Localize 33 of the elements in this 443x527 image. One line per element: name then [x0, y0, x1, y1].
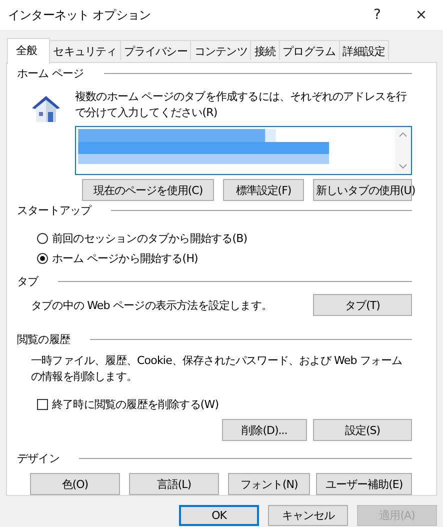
checkbox-label: 終了時に閲覧の履歴を削除する(W): [52, 397, 219, 412]
home-page-button[interactable]: 現在のページを使用(C): [82, 179, 214, 201]
help-button[interactable]: ?: [355, 7, 399, 23]
dialog-button[interactable]: OK: [179, 505, 259, 526]
history-button[interactable]: 削除(D)...: [222, 419, 307, 441]
design-button[interactable]: 色(O): [30, 473, 120, 495]
home-page-button[interactable]: 標準設定(F): [223, 179, 304, 201]
scroll-down-icon[interactable]: [399, 164, 407, 169]
radio-button[interactable]: [37, 253, 48, 264]
tab[interactable]: 全般: [7, 38, 50, 64]
design-button[interactable]: 言語(L): [128, 473, 219, 495]
tab-setting-text: タブの中の Web ページの表示方法を設定します。: [31, 298, 272, 312]
window-title: インターネット オプション: [8, 6, 152, 24]
close-button[interactable]: ×: [399, 7, 443, 23]
section-heading: デザイン: [17, 450, 60, 466]
design-button[interactable]: ユーザー補助(E): [316, 473, 412, 495]
instruction-text: 複数のホーム ページのタブを作成するには、それぞれのアドレスを行で分けて入力してください(R): [75, 89, 408, 121]
design-button[interactable]: フォント(N): [228, 473, 310, 495]
radio-label: ホーム ページから開始する(H): [52, 251, 198, 266]
history-description: 一時ファイル、履歴、Cookie、保存されたパスワード、および Web フォームの情報を削除します。: [30, 353, 404, 385]
tab[interactable]: 詳細設定: [338, 40, 390, 60]
house-icon: [31, 95, 61, 123]
history-button[interactable]: 設定(S): [313, 419, 412, 441]
radio-button[interactable]: [37, 233, 48, 244]
tabs-button[interactable]: タブ(T): [313, 294, 412, 316]
scroll-up-icon[interactable]: [399, 132, 407, 137]
dialog-button[interactable]: キャンセル: [268, 505, 348, 526]
section-heading: タブ: [17, 274, 38, 289]
radio-label: 前回のセッションのタブから開始する(B): [52, 231, 248, 246]
section-heading: 閲覧の履歴: [17, 332, 70, 347]
checkbox[interactable]: [37, 399, 48, 410]
section-heading: スタートアップ: [17, 203, 92, 218]
section-heading: ホーム ページ: [17, 66, 84, 81]
